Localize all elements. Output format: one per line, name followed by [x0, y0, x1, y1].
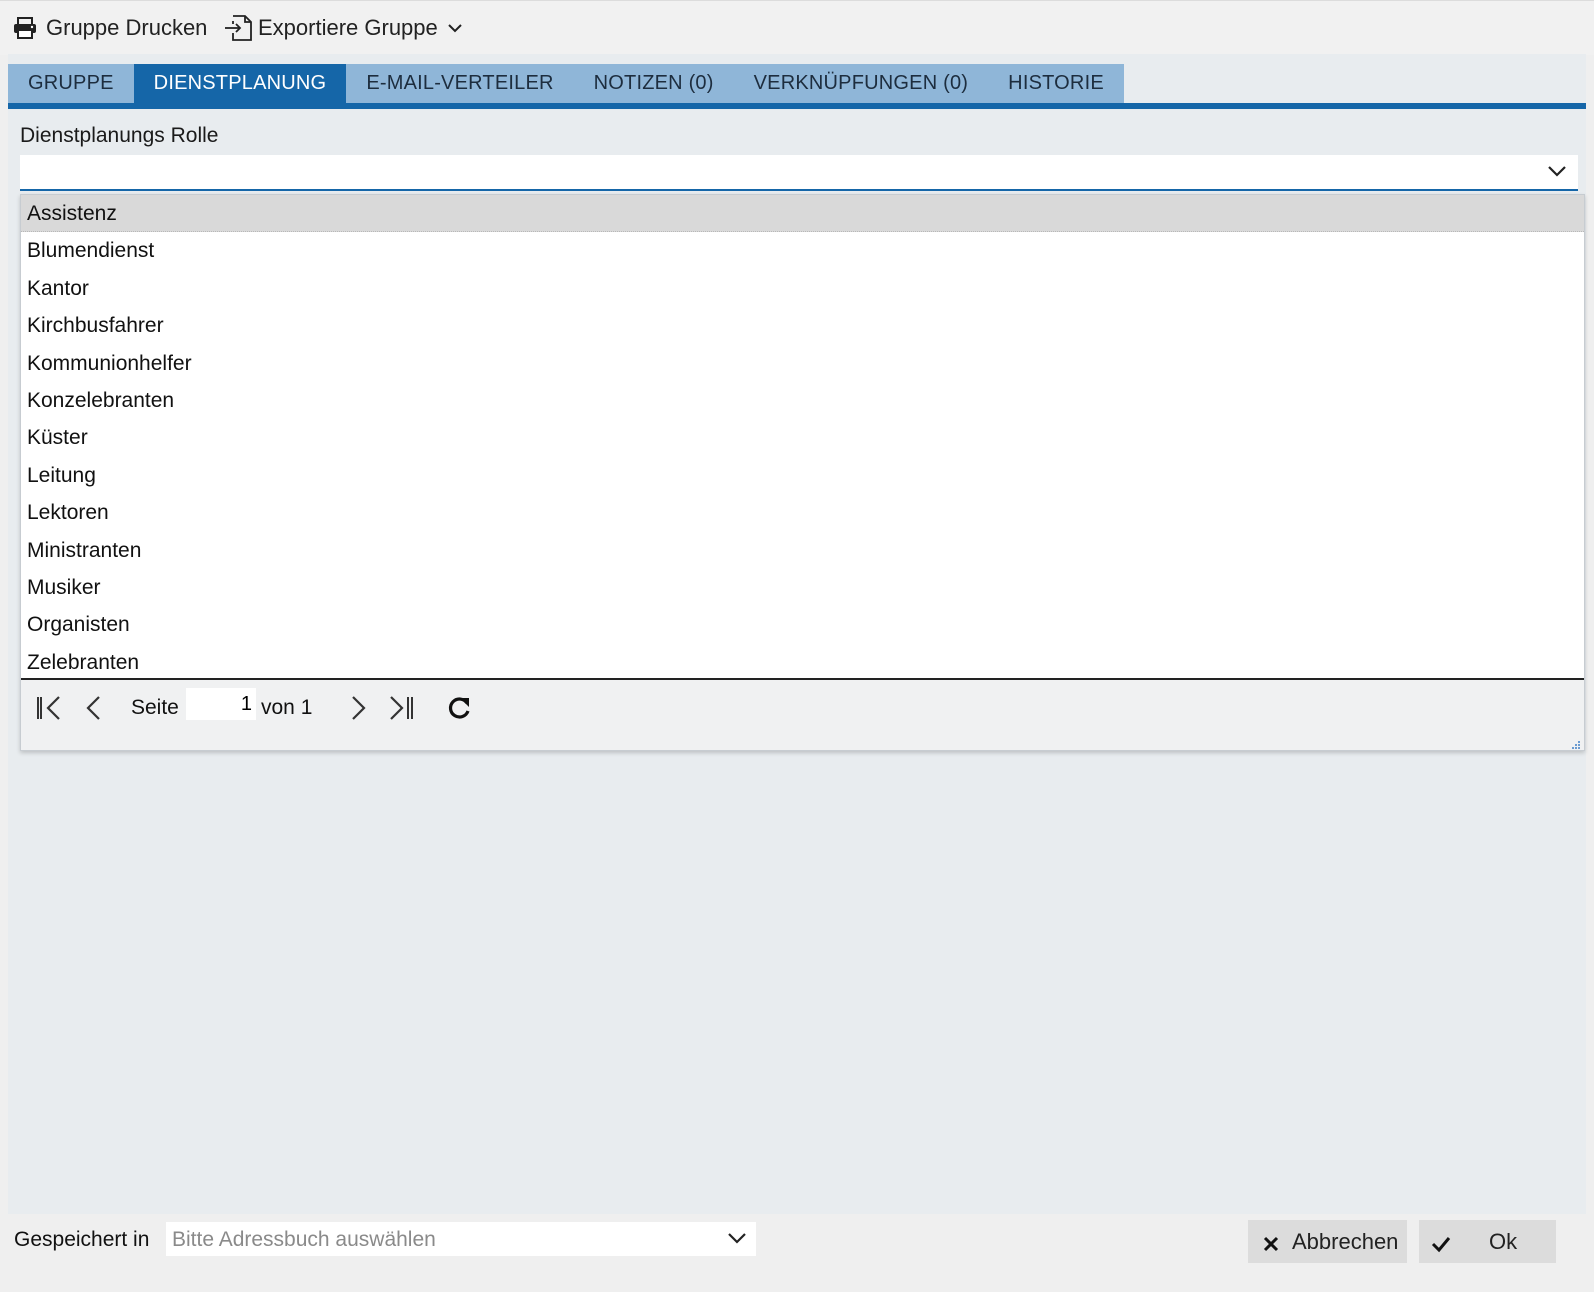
print-group-label: Gruppe Drucken [46, 15, 208, 40]
close-icon [1262, 1233, 1280, 1251]
role-select[interactable] [20, 155, 1578, 191]
chevron-down-icon [728, 1231, 746, 1247]
chevron-down-icon [1548, 164, 1566, 180]
tab-underline [8, 103, 1586, 109]
tab-verknuepfungen[interactable]: VERKNÜPFUNGEN (0) [733, 64, 989, 103]
role-dropdown: Assistenz Blumendienst Kantor Kirchbusfa… [20, 194, 1585, 751]
list-item[interactable]: Kantor [21, 270, 1584, 307]
addressbook-select[interactable]: Bitte Adressbuch auswählen [166, 1222, 756, 1256]
next-page-icon[interactable] [343, 694, 371, 722]
top-toolbar: Gruppe Drucken Exportiere Gruppe [0, 0, 1594, 55]
list-item[interactable]: Kommunionhelfer [21, 345, 1584, 382]
list-item[interactable]: Küster [21, 419, 1584, 456]
tab-dienstplanung[interactable]: DIENSTPLANUNG [133, 64, 347, 103]
list-item[interactable]: Zelebranten [21, 644, 1584, 681]
list-item[interactable]: Musiker [21, 569, 1584, 606]
printer-icon [12, 15, 38, 41]
resize-grip-icon[interactable] [1571, 737, 1581, 749]
first-page-icon[interactable] [35, 694, 63, 722]
tab-notizen[interactable]: NOTIZEN (0) [573, 64, 734, 103]
previous-page-icon[interactable] [81, 694, 109, 722]
list-item[interactable]: Assistenz [21, 195, 1584, 233]
page-label: Seite [131, 696, 179, 719]
tab-bar: GRUPPE DIENSTPLANUNG E-MAIL-VERTEILER NO… [8, 64, 1124, 103]
cancel-label: Abbrechen [1292, 1228, 1399, 1254]
list-item[interactable]: Konzelebranten [21, 382, 1584, 419]
list-item[interactable]: Ministranten [21, 532, 1584, 569]
export-group-label: Exportiere Gruppe [258, 15, 438, 40]
addressbook-placeholder: Bitte Adressbuch auswählen [172, 1228, 436, 1251]
tab-historie[interactable]: HISTORIE [988, 64, 1124, 103]
main-panel: GRUPPE DIENSTPLANUNG E-MAIL-VERTEILER NO… [8, 54, 1586, 1214]
list-item[interactable]: Blumendienst [21, 232, 1584, 269]
tab-gruppe[interactable]: GRUPPE [8, 64, 134, 103]
refresh-icon[interactable] [445, 694, 473, 722]
page-number-input[interactable] [186, 688, 256, 720]
ok-label: Ok [1489, 1228, 1518, 1254]
last-page-icon[interactable] [387, 694, 415, 722]
role-field-label: Dienstplanungs Rolle [20, 124, 219, 147]
export-group-button[interactable]: Exportiere Gruppe [224, 11, 466, 45]
list-item[interactable]: Organisten [21, 606, 1584, 643]
pagination-bar: Seite von 1 [21, 680, 1584, 750]
ok-button[interactable]: Ok [1419, 1220, 1556, 1263]
print-group-button[interactable]: Gruppe Drucken [12, 11, 207, 45]
page-total-label: von 1 [261, 696, 313, 719]
export-file-icon [224, 13, 254, 43]
role-option-list: Assistenz Blumendienst Kantor Kirchbusfa… [21, 195, 1584, 681]
saved-in-label: Gespeichert in [14, 1228, 150, 1251]
checkmark-icon [1431, 1233, 1451, 1252]
tab-email-verteiler[interactable]: E-MAIL-VERTEILER [346, 64, 574, 103]
chevron-down-icon [448, 21, 462, 35]
list-item[interactable]: Kirchbusfahrer [21, 307, 1584, 344]
list-item[interactable]: Leitung [21, 457, 1584, 494]
list-item[interactable]: Lektoren [21, 494, 1584, 531]
cancel-button[interactable]: Abbrechen [1248, 1220, 1407, 1263]
